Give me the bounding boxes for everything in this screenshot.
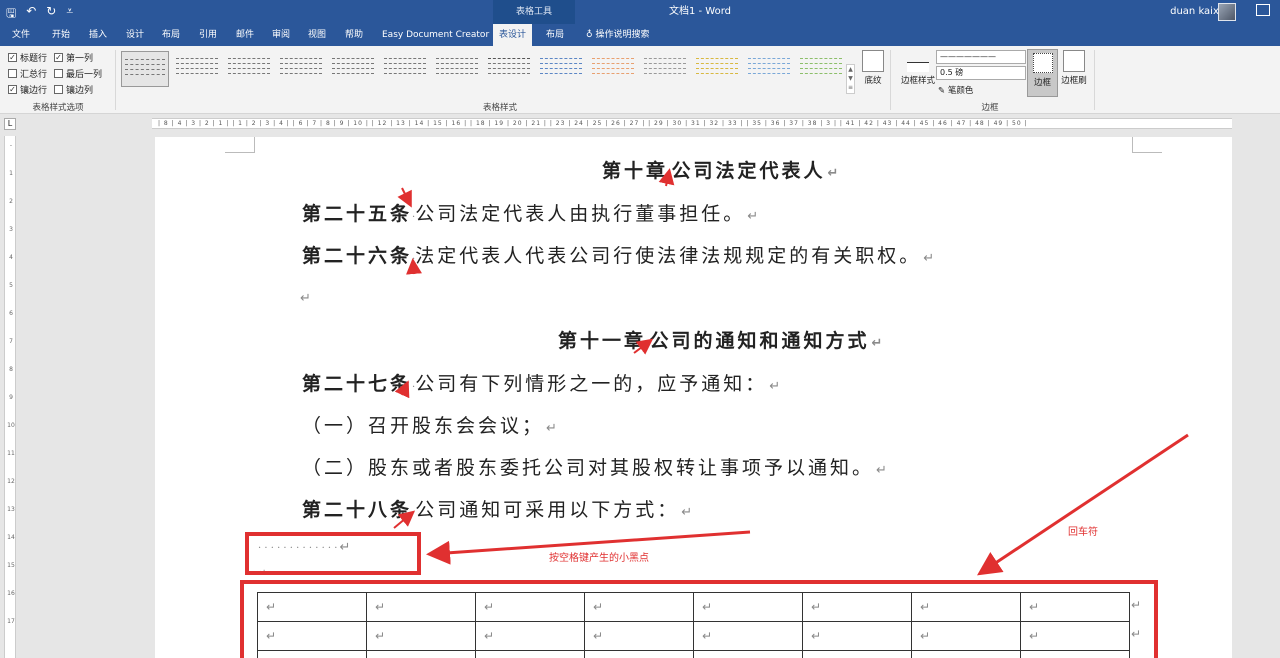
arrow-to-table [977,433,1189,576]
arrow-to-space-dots [426,530,751,565]
arrow-small [633,338,654,355]
arrow-small [394,380,410,399]
arrow-small [393,510,416,529]
annotation-arrows [393,168,1189,576]
arrow-small [658,168,675,187]
arrow-small [406,258,422,275]
arrow-small [397,187,412,208]
